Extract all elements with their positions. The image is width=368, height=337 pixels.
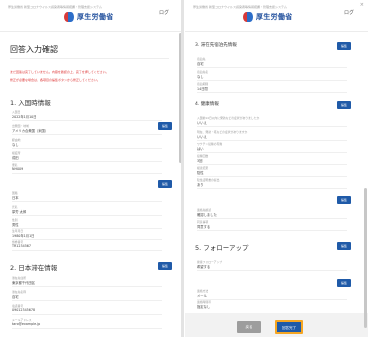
field-item: 氏名 厚労 太郎 (12, 205, 162, 216)
field-item: 陰性証明書の提出 あり (197, 178, 347, 189)
logo-text: 厚生労働省 (256, 13, 293, 21)
field-item: 電話番号 09012345678 (12, 304, 162, 315)
edit-button-lodging[interactable]: 編集 (337, 42, 351, 50)
pane-divider (181, 0, 184, 337)
section-title-japan-stay: 2. 日本滞在情報 (10, 264, 58, 272)
scrollbar-right[interactable] (364, 33, 368, 335)
field-item: ワクチン接種の有無 はい (197, 142, 347, 153)
back-button[interactable]: 戻る (237, 321, 261, 333)
mhlw-logo-icon (64, 12, 74, 22)
edit-button-contact[interactable]: 編集 (337, 196, 351, 204)
warning-text-2: 修正が必要な場合は、各項目の編集ボタンから修正してください。 (10, 78, 100, 82)
edit-button-japan-stay[interactable]: 編集 (158, 262, 172, 270)
edit-button-contact-method[interactable]: 編集 (337, 279, 351, 287)
header-menu-label[interactable]: ログ (159, 9, 169, 16)
mhlw-logo[interactable]: 厚生労働省 (64, 12, 114, 22)
left-pane: 厚生労働省 新型コロナウイルス感染者等情報把握・管理支援システム 厚生労働省 ロ… (0, 0, 183, 337)
field-item: 便名 NH009 (12, 163, 162, 174)
header-bar: 厚生労働省 新型コロナウイルス感染者等情報把握・管理支援システム 厚生労働省 ロ… (0, 0, 183, 32)
field-item: 同意事項 同意する (197, 220, 347, 231)
header-menu-label[interactable]: ログ (344, 9, 354, 16)
field-item: 宿泊先 自宅 (197, 57, 347, 68)
field-item: 連絡時間帯 指定なし (197, 300, 211, 309)
field-item: 接種回数 3回 (197, 154, 347, 165)
divider (10, 58, 169, 59)
page-title: 回答入力確認 (10, 45, 58, 54)
section-title-entry-info: 1. 入国時情報 (10, 99, 51, 107)
field-item: 現在、発熱・咳などの症状がありますか いいえ (197, 130, 347, 141)
field-item: 経由地 なし (12, 138, 162, 149)
field-item: 滞在先住所 東京都千代田区 (12, 276, 162, 287)
page-url: 厚生労働省 新型コロナウイルス感染者等情報把握・管理支援システム (193, 5, 287, 9)
field-item: 性別 男性 (12, 218, 162, 229)
logo-text: 厚生労働省 (77, 13, 114, 21)
edit-button-followup[interactable]: 編集 (337, 242, 351, 250)
field-item: 宿泊先名 なし (197, 70, 347, 81)
header-bar: 厚生労働省 新型コロナウイルス感染者等情報把握・管理支援システム 厚生労働省 ロ… (185, 0, 368, 32)
warning-text-1: まだ回答は完了していません。内容を確認の上、完了を押してください。 (10, 70, 109, 74)
mhlw-logo-icon (243, 12, 253, 22)
field-item: 旅券番号 TR1234567 (12, 240, 162, 251)
field-item: 検査結果 陰性 (197, 166, 347, 177)
field-item: 健康フォローアップ 希望する (197, 260, 347, 271)
edit-button-health[interactable]: 編集 (337, 101, 351, 109)
field-item: 宿泊期間 14日間 (197, 82, 347, 93)
edit-button-personal-info[interactable]: 編集 (158, 180, 172, 188)
field-item: 連絡方法 メール (197, 289, 347, 300)
right-pane: 厚生労働省 新型コロナウイルス感染者等情報把握・管理支援システム 厚生労働省 ロ… (185, 0, 368, 337)
field-item: メールアドレス taro@example.jp (12, 318, 162, 329)
mhlw-logo[interactable]: 厚生労働省 (243, 12, 293, 22)
complete-answer-button[interactable]: 回答完了 (275, 320, 303, 334)
section-title-followup: 5. フォローアップ (195, 244, 249, 252)
field-item: 入国日 2022年1月10日 (12, 110, 162, 121)
field-item: 生年月日 1980年1月1日 (12, 229, 162, 240)
field-item: 出発国・地域 アメリカ合衆国（米国） (12, 124, 162, 135)
section-title-health: 4. 健康情報 (195, 102, 219, 107)
scroll-thumb[interactable] (364, 188, 367, 328)
action-bar: 戻る 回答完了 (185, 313, 368, 337)
close-icon[interactable]: × (360, 2, 364, 8)
field-item: 国籍 日本 (12, 191, 162, 202)
field-item: 検疫所 成田 (12, 151, 162, 162)
section-title-lodging: 3. 滞在先宿泊先情報 (195, 43, 237, 48)
page-url: 厚生労働省 新型コロナウイルス感染者等情報把握・管理支援システム (8, 5, 102, 9)
field-item: 滞在先名称 自宅 (12, 290, 162, 301)
field-item: 入国前14日以内に発熱などの症状がありましたか いいえ (197, 116, 347, 127)
field-item: 連絡先確認 確認しました (197, 208, 347, 219)
